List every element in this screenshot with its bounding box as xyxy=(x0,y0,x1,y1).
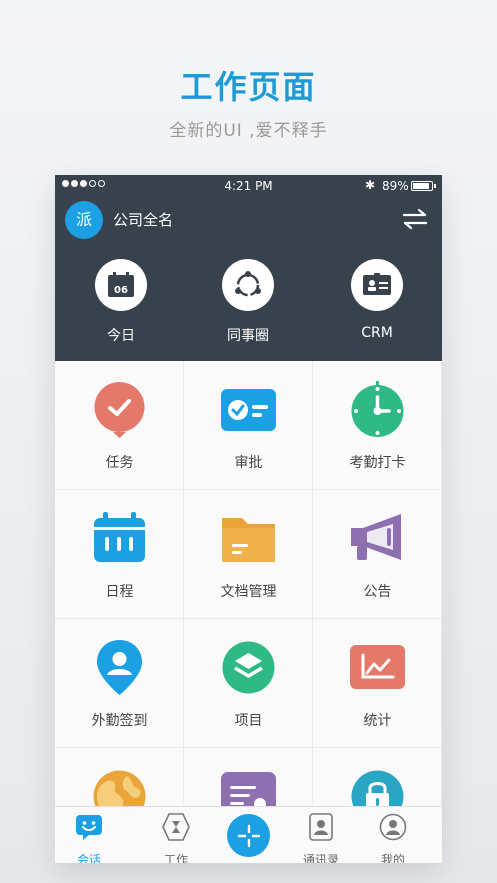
tab-contacts[interactable]: 通讯录 xyxy=(291,813,351,863)
calendar-day: 06 xyxy=(114,285,128,296)
hourglass-icon xyxy=(162,813,190,841)
promo-subtitle: 全新的UI ,爱不释手 xyxy=(169,121,328,141)
grid-item-label: 项目 xyxy=(234,713,263,729)
battery-percent: 89% xyxy=(382,179,409,193)
tab-label: 我的 xyxy=(380,853,405,863)
grid-item-label: 文档管理 xyxy=(220,584,277,600)
header-panel: 4:21 PM ✱ 89% 派 公司全名 06 今日 同事圈 CRM xyxy=(55,175,442,361)
quick-action-crm[interactable]: CRM xyxy=(322,259,432,341)
profile-icon xyxy=(379,813,407,841)
grid-item-field-checkin[interactable]: 外勤签到 xyxy=(55,619,184,748)
company-logo[interactable]: 派 xyxy=(65,201,103,239)
tab-label: 工作 xyxy=(163,853,188,863)
grid-item-label: 公告 xyxy=(363,584,392,600)
approval-icon xyxy=(221,389,276,431)
phone-screen: 4:21 PM ✱ 89% 派 公司全名 06 今日 同事圈 CRM 任务 审批… xyxy=(55,175,442,863)
grid-item-project[interactable]: 项目 xyxy=(184,619,313,748)
status-bar: 4:21 PM ✱ 89% xyxy=(55,175,442,197)
company-name[interactable]: 公司全名 xyxy=(113,209,173,230)
grid-item-documents[interactable]: 文档管理 xyxy=(184,490,313,619)
chart-icon xyxy=(350,645,405,689)
add-button[interactable] xyxy=(227,814,270,857)
tab-work[interactable]: 工作 xyxy=(146,813,206,863)
tab-chat[interactable]: 会话 xyxy=(59,813,119,863)
grid-item-label: 审批 xyxy=(234,455,263,471)
grid-item-label: 任务 xyxy=(105,455,134,471)
grid-item-label: 外勤签到 xyxy=(91,713,148,729)
task-check-icon xyxy=(94,382,145,438)
folder-icon xyxy=(222,518,275,562)
swap-arrows-icon[interactable] xyxy=(401,207,429,231)
grid-item-attendance[interactable]: 考勤打卡 xyxy=(313,361,442,490)
layers-icon xyxy=(222,641,275,694)
quick-action-today[interactable]: 06 今日 xyxy=(66,259,176,345)
tab-label: 会话 xyxy=(76,853,101,863)
grid-item-announcement[interactable]: 公告 xyxy=(313,490,442,619)
grid-item-statistics[interactable]: 统计 xyxy=(313,619,442,748)
quick-action-label: 同事圈 xyxy=(227,328,269,344)
bluetooth-icon: ✱ xyxy=(365,178,376,192)
grid-item-approval[interactable]: 审批 xyxy=(184,361,313,490)
grid-item-task[interactable]: 任务 xyxy=(55,361,184,490)
calendar-icon: 06 xyxy=(95,259,147,311)
chat-face-icon xyxy=(76,815,102,840)
grid-item-label: 考勤打卡 xyxy=(349,455,406,471)
circle-network-icon xyxy=(222,259,274,311)
grid-item-label: 统计 xyxy=(363,713,392,729)
tab-bar: 会话 工作 通讯录 我的 xyxy=(55,806,442,863)
grid-item-schedule[interactable]: 日程 xyxy=(55,490,184,619)
grid-item-label: 日程 xyxy=(105,584,134,600)
battery-icon xyxy=(411,181,433,191)
quick-action-label: 今日 xyxy=(107,328,135,344)
plus-icon xyxy=(237,824,260,847)
promo-title: 工作页面 xyxy=(180,68,317,106)
clock-icon xyxy=(351,381,404,437)
megaphone-icon xyxy=(351,514,401,560)
tab-label: 通讯录 xyxy=(302,853,339,863)
tab-profile[interactable]: 我的 xyxy=(363,813,423,863)
quick-action-colleague-circle[interactable]: 同事圈 xyxy=(193,259,303,345)
contact-card-icon xyxy=(351,259,403,311)
location-pin-icon xyxy=(97,640,142,695)
contacts-icon xyxy=(309,813,333,841)
quick-action-label: CRM xyxy=(361,325,393,341)
schedule-calendar-icon xyxy=(94,512,145,562)
